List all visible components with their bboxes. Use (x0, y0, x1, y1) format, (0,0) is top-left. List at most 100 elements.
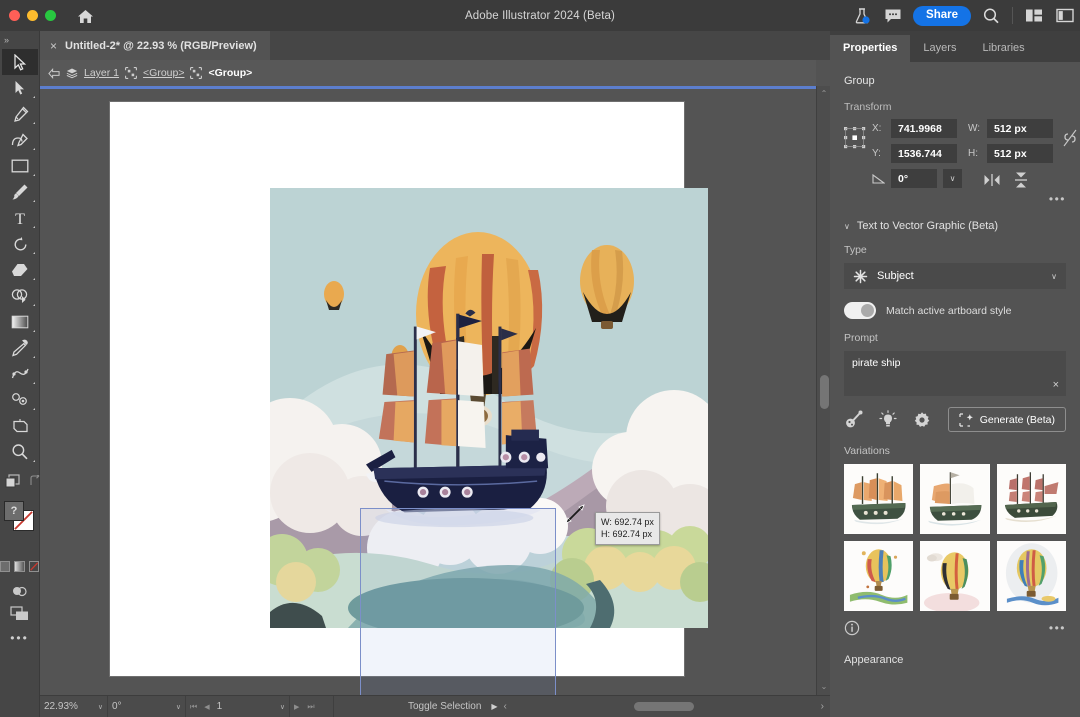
type-tool[interactable]: T (2, 205, 38, 231)
prompt-suggestion-icon[interactable] (844, 410, 863, 429)
scroll-down-button[interactable]: ⌄ (817, 681, 831, 693)
zoom-level-control[interactable]: 22.93% ∨ (40, 696, 108, 717)
generate-button[interactable]: Generate (Beta) (948, 407, 1066, 432)
tab-libraries[interactable]: Libraries (969, 35, 1037, 62)
window-controls[interactable] (0, 10, 56, 21)
collapse-toolbar-button[interactable]: » (0, 31, 39, 49)
chevron-down-icon[interactable]: ∨ (1051, 272, 1057, 281)
rotation-control[interactable]: 0° ∨ (108, 696, 186, 717)
status-mode-label[interactable]: Toggle Selection (334, 701, 481, 712)
artboard[interactable]: W: 692.74 px H: 692.74 px (110, 102, 684, 676)
height-field[interactable]: 512 px (987, 144, 1053, 163)
width-field[interactable]: 512 px (987, 119, 1053, 138)
chevron-down-icon[interactable]: ∨ (943, 169, 962, 188)
match-artboard-style-row[interactable]: Match active artboard style (844, 302, 1066, 319)
rotation-angle-field[interactable]: 0° (891, 169, 937, 188)
prev-artboard-button[interactable]: ◀ (204, 703, 209, 711)
status-mode-menu[interactable]: ▶ (481, 702, 497, 711)
breadcrumb-item-layer1[interactable]: Layer 1 (84, 67, 119, 79)
constrain-proportions-broken-icon[interactable] (1063, 129, 1077, 147)
fill-stroke-controls[interactable]: ? (0, 496, 40, 558)
rotate-tool[interactable] (2, 231, 38, 257)
last-artboard-button[interactable]: ⏭ (307, 702, 314, 712)
chevron-down-icon[interactable]: ∨ (280, 703, 285, 711)
color-mode-row[interactable] (0, 558, 39, 574)
text-to-vector-section-header[interactable]: ∨ Text to Vector Graphic (Beta) (830, 220, 1080, 232)
gradient-mode-icon[interactable] (14, 561, 24, 572)
inspiration-icon[interactable] (879, 410, 897, 429)
direct-selection-tool[interactable] (2, 75, 38, 101)
tab-properties[interactable]: Properties (830, 35, 910, 62)
blend-tool[interactable] (2, 361, 38, 387)
home-icon[interactable] (74, 6, 96, 26)
scroll-up-button[interactable]: ⌃ (817, 88, 831, 100)
artboard-next-controls[interactable]: ▶ ⏭ (290, 696, 334, 717)
canvas-area[interactable]: W: 692.74 px H: 692.74 px (40, 86, 816, 695)
screen-mode-icon[interactable] (5, 474, 20, 488)
canvas-vertical-scrollbar[interactable]: ⌃ ⌄ (816, 86, 830, 695)
variation-balloon-2[interactable] (920, 541, 989, 611)
eraser-tool[interactable] (2, 257, 38, 283)
search-icon[interactable] (980, 5, 1002, 27)
pen-tool[interactable] (2, 101, 38, 127)
close-icon[interactable]: × (50, 40, 57, 52)
gradient-tool[interactable] (2, 309, 38, 335)
color-mode-icon[interactable] (0, 561, 10, 572)
variation-ship-2[interactable] (920, 464, 989, 534)
none-mode-icon[interactable] (29, 561, 39, 572)
horizontal-scrollbar-thumb[interactable] (634, 702, 694, 711)
shape-builder-tool[interactable] (2, 283, 38, 309)
variation-ship-3[interactable] (997, 464, 1066, 534)
match-artboard-style-toggle[interactable] (844, 302, 876, 319)
reference-point-selector[interactable] (844, 127, 866, 149)
chevron-down-icon[interactable]: ∨ (98, 703, 103, 711)
share-button[interactable]: Share (913, 6, 971, 26)
selection-bounding-box[interactable] (360, 508, 556, 695)
curvature-tool[interactable] (2, 127, 38, 153)
first-artboard-button[interactable]: ⏮ (190, 702, 197, 712)
minimize-window-button[interactable] (27, 10, 38, 21)
comment-icon[interactable] (882, 5, 904, 27)
more-tools-icon[interactable]: ••• (0, 629, 39, 647)
selection-tool[interactable] (2, 49, 38, 75)
paintbrush-tool[interactable] (2, 179, 38, 205)
next-artboard-button[interactable]: ▶ (294, 703, 299, 711)
close-window-button[interactable] (9, 10, 20, 21)
variations-more-options[interactable]: ••• (1049, 621, 1066, 635)
puppet-warp-tool[interactable] (2, 387, 38, 413)
scroll-left-button[interactable]: ‹ (504, 701, 507, 712)
variation-ship-1[interactable] (844, 464, 913, 534)
workspace-switcher-icon[interactable] (1054, 5, 1076, 27)
appearance-section-label[interactable]: Appearance (830, 654, 1080, 666)
prompt-input[interactable]: pirate ship × (844, 351, 1066, 396)
type-select[interactable]: Subject ∨ (844, 263, 1066, 289)
clear-prompt-icon[interactable]: × (1053, 379, 1059, 391)
tab-layers[interactable]: Layers (910, 35, 969, 62)
chevron-down-icon[interactable]: ∨ (844, 222, 850, 231)
flip-vertical-icon[interactable] (1014, 172, 1028, 188)
variation-balloon-3[interactable] (997, 541, 1066, 611)
maximize-window-button[interactable] (45, 10, 56, 21)
y-field[interactable]: 1536.744 (891, 144, 957, 163)
scroll-right-button[interactable]: › (821, 701, 824, 712)
chevron-down-icon[interactable]: ∨ (176, 703, 181, 711)
info-icon[interactable] (844, 620, 860, 636)
eyedropper-tool[interactable] (2, 335, 38, 361)
back-arrow-icon[interactable] (48, 67, 60, 79)
transform-more-options[interactable]: ••• (830, 192, 1080, 206)
variation-balloon-1[interactable] (844, 541, 913, 611)
draw-mode-icon[interactable] (11, 584, 28, 599)
breadcrumb-item-group-2[interactable]: <Group> (208, 67, 252, 79)
beaker-icon[interactable] (851, 5, 873, 27)
canvas-horizontal-scrollbar[interactable]: ‹ › (498, 701, 830, 712)
x-field[interactable]: 741.9968 (891, 119, 957, 138)
scrollbar-thumb[interactable] (820, 375, 829, 409)
rectangle-tool[interactable] (2, 153, 38, 179)
arrange-documents-icon[interactable] (1023, 5, 1045, 27)
flip-horizontal-icon[interactable] (984, 173, 1000, 187)
document-tab[interactable]: × Untitled-2* @ 22.93 % (RGB/Preview) (40, 31, 270, 60)
settings-gear-icon[interactable] (913, 411, 931, 429)
artboard-navigator[interactable]: ⏮ ◀ 1 ∨ (186, 696, 290, 717)
screen-mode-toggle-icon[interactable] (10, 606, 29, 621)
stroke-swatch[interactable]: ? (4, 501, 24, 521)
